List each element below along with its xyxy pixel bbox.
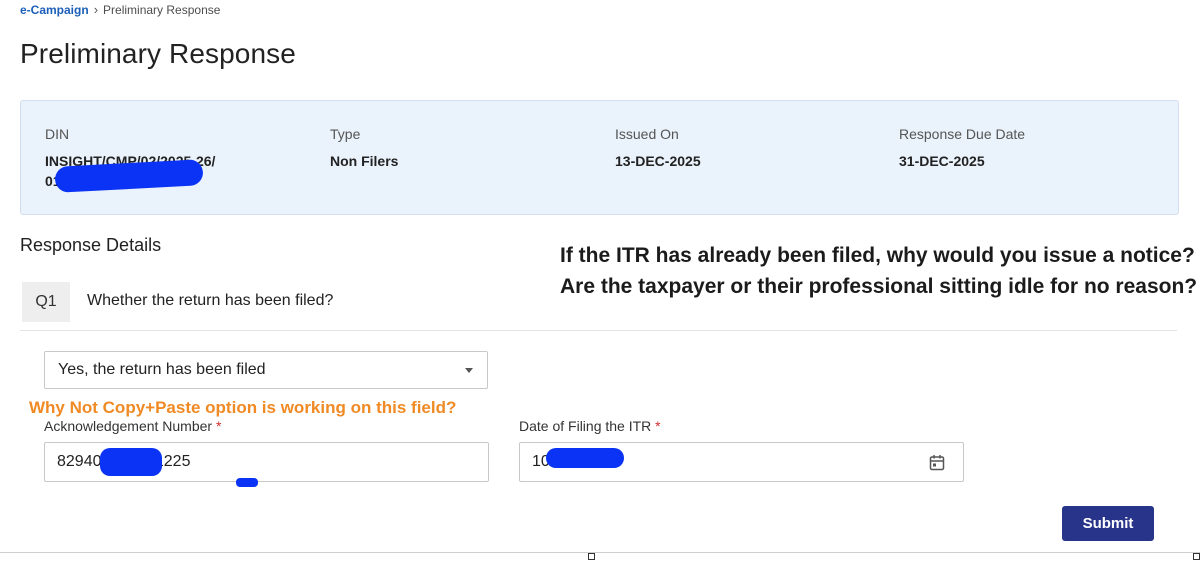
- divider: [0, 552, 1200, 553]
- type-value: Non Filers: [330, 153, 399, 169]
- redaction-mark: [546, 448, 624, 468]
- due-date-value: 31-DEC-2025: [899, 153, 985, 169]
- notice-info-card: DIN INSIGHT/CMP/02/2025-26/01200001 Type…: [20, 100, 1179, 215]
- issued-on-column: Issued On 13-DEC-2025: [615, 126, 701, 171]
- page-title: Preliminary Response: [20, 38, 296, 69]
- required-marker: *: [215, 418, 222, 434]
- chevron-right-icon: ›: [93, 2, 99, 17]
- required-marker: *: [655, 418, 661, 434]
- type-column: Type Non Filers: [330, 126, 398, 171]
- ack-number-label-text: Acknowledgement Number: [44, 418, 213, 434]
- caret-down-icon: [465, 368, 473, 373]
- issued-on-label: Issued On: [615, 126, 679, 142]
- filing-date-label-text: Date of Filing the ITR: [519, 418, 652, 434]
- calendar-icon[interactable]: [929, 454, 945, 476]
- annotation-text: If the ITR has already been filed, why w…: [560, 244, 1198, 298]
- ack-number-label: Acknowledgement Number *: [44, 418, 221, 434]
- redaction-mark: [236, 478, 258, 487]
- submit-button[interactable]: Submit: [1062, 506, 1154, 541]
- annotation-orange-note: Why Not Copy+Paste option is working on …: [29, 398, 457, 417]
- din-label: DIN: [45, 126, 70, 142]
- due-date-column: Response Due Date 31-DEC-2025: [899, 126, 1025, 171]
- breadcrumb-link-ecampaign[interactable]: e-Campaign: [20, 3, 89, 17]
- redaction-mark: [100, 448, 162, 476]
- section-title: Response Details: [20, 235, 162, 255]
- resize-handle: [588, 553, 595, 560]
- question-number: Q1: [22, 282, 70, 322]
- question-text: Whether the return has been filed?: [87, 292, 334, 309]
- resize-handle: [1193, 553, 1200, 560]
- type-label: Type: [330, 126, 361, 142]
- breadcrumb: e-Campaign › Preliminary Response: [20, 2, 220, 17]
- filing-date-label: Date of Filing the ITR *: [519, 418, 661, 434]
- answer-select-value: Yes, the return has been filed: [58, 361, 266, 378]
- due-date-label: Response Due Date: [899, 126, 1026, 142]
- breadcrumb-current: Preliminary Response: [103, 2, 221, 17]
- issued-on-value: 13-DEC-2025: [615, 153, 701, 169]
- answer-select[interactable]: Yes, the return has been filed: [44, 351, 488, 389]
